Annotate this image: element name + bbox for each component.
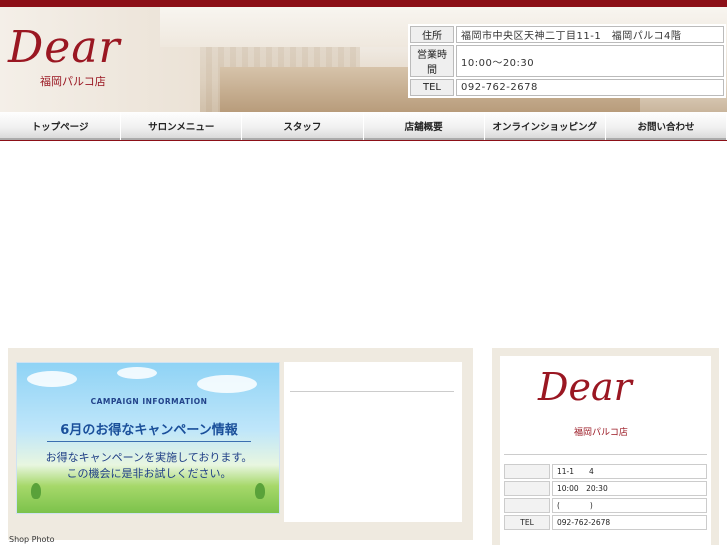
campaign-title: 6月のお得なキャンペーン情報 xyxy=(60,423,238,438)
nav-contact[interactable]: お問い合わせ xyxy=(605,112,727,140)
info-label: 住所 xyxy=(410,26,454,43)
info-value: 10:00〜20:30 xyxy=(456,45,724,77)
campaign-text-1: お得なキャンペーンを実施しております。 xyxy=(45,451,253,464)
site-logo[interactable]: Dear xyxy=(8,22,121,73)
nav-staff[interactable]: スタッフ xyxy=(242,112,364,140)
info-row-hours: 営業時間 10:00〜20:30 xyxy=(410,45,724,77)
campaign-label: CAMPAIGN INFORMATION xyxy=(90,397,208,406)
store-info-table: 住所 福岡市中央区天神二丁目11-1 福岡パルコ4階 営業時間 10:00〜20… xyxy=(408,24,726,98)
sidebar-info-row: 10:00 20:30 xyxy=(504,481,707,496)
sidebar-info-value: 10:00 20:30 xyxy=(552,481,707,496)
sidebar-info-row: 11-1 4 xyxy=(504,464,707,479)
global-nav: トップページ サロンメニュー スタッフ 店舗概要 オンラインショッピング お問い… xyxy=(0,112,727,141)
cloud-decoration xyxy=(197,375,257,393)
campaign-text-2: この機会に是非お試しください。 xyxy=(66,467,232,480)
nav-salon-menu[interactable]: サロンメニュー xyxy=(121,112,243,140)
cloud-decoration xyxy=(27,371,77,387)
sidebar-store-name: 福岡パルコ店 xyxy=(574,428,628,438)
cloud-decoration xyxy=(117,367,157,379)
sidebar-info-value: ( ) xyxy=(552,498,707,513)
sidebar-logo: Dear xyxy=(538,365,632,409)
news-box xyxy=(284,362,462,522)
nav-store-overview[interactable]: 店舗概要 xyxy=(363,112,485,140)
nav-online-shopping[interactable]: オンラインショッピング xyxy=(484,112,606,140)
hero-area xyxy=(0,143,727,348)
campaign-divider xyxy=(47,441,251,442)
sidebar-divider xyxy=(504,454,707,455)
info-label: TEL xyxy=(410,79,454,96)
top-accent-bar xyxy=(0,0,727,7)
sidebar-info-row: TEL 092-762-2678 xyxy=(504,515,707,530)
nav-top-page[interactable]: トップページ xyxy=(0,112,122,140)
info-label: 営業時間 xyxy=(410,45,454,77)
sidebar-info-label xyxy=(504,481,550,496)
info-row-address: 住所 福岡市中央区天神二丁目11-1 福岡パルコ4階 xyxy=(410,26,724,43)
shop-photo-heading: Shop Photo xyxy=(9,535,55,544)
info-value: 092-762-2678 xyxy=(456,79,724,96)
news-divider xyxy=(290,391,454,392)
info-value: 福岡市中央区天神二丁目11-1 福岡パルコ4階 xyxy=(456,26,724,43)
campaign-banner[interactable]: CAMPAIGN INFORMATION 6月のお得なキャンペーン情報 お得なキ… xyxy=(16,362,280,514)
store-name: 福岡パルコ店 xyxy=(40,75,106,88)
sidebar-info-table: 11-1 4 10:00 20:30 ( ) TEL 092-762-2678 xyxy=(502,462,709,532)
sidebar-info-row: ( ) xyxy=(504,498,707,513)
sidebar-info-label xyxy=(504,498,550,513)
tree-decoration xyxy=(255,483,265,499)
sidebar-info-label xyxy=(504,464,550,479)
sidebar-info-label: TEL xyxy=(504,515,550,530)
sidebar-info-value: 11-1 4 xyxy=(552,464,707,479)
sidebar-info-value: 092-762-2678 xyxy=(552,515,707,530)
info-row-tel: TEL 092-762-2678 xyxy=(410,79,724,96)
tree-decoration xyxy=(31,483,41,499)
